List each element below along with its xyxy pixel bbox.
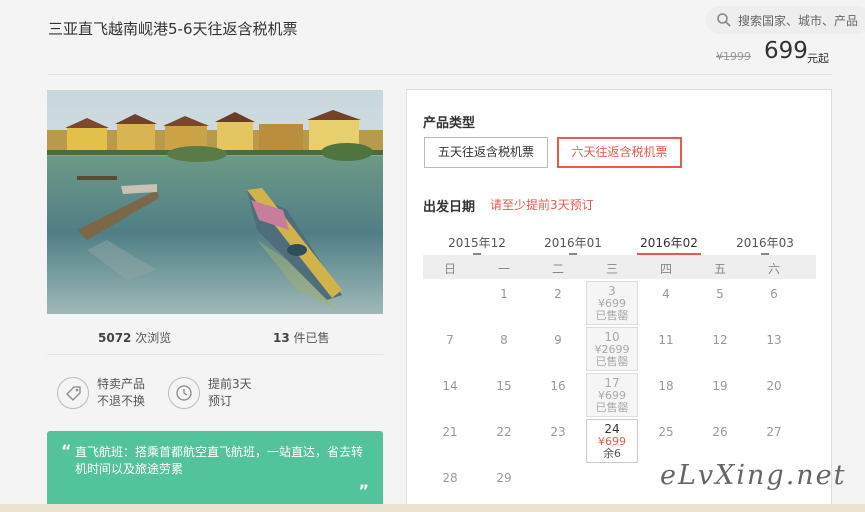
month-tab-2016-03[interactable]: 2016年03 — [725, 234, 805, 255]
current-price: 699 — [764, 38, 808, 64]
feature-line1: 特卖产品 — [97, 377, 146, 391]
product-option-five-day[interactable]: 五天往返含税机票 — [424, 137, 548, 168]
clock-icon — [168, 377, 200, 409]
calendar-day: 7 — [446, 333, 454, 347]
sold-stat: 13 件已售 — [273, 329, 330, 346]
promo-box: “ 直飞航班：搭乘首都航空直飞航班，一站直达，省去转机时间以及旅途劳累 ” — [47, 431, 383, 512]
weekday-sun: 日 — [443, 262, 456, 276]
open-quote-icon: “ — [61, 441, 72, 460]
weekday-header: 日 一 二 三 四 五 六 — [423, 255, 816, 279]
sold-count: 13 — [273, 331, 290, 345]
day-status: 已售罄 — [595, 401, 629, 414]
product-type-label: 产品类型 — [423, 116, 476, 131]
page-title: 三亚直飞越南岘港5-6天往返含税机票 — [48, 20, 298, 38]
calendar-day: 8 — [500, 333, 508, 347]
day-number: 24 — [604, 422, 620, 436]
calendar-day: 26 — [712, 425, 728, 439]
day-number: 3 — [608, 284, 616, 298]
feature-line2: 预订 — [208, 394, 233, 408]
weekday-fri: 五 — [713, 262, 726, 276]
calendar-day: 9 — [554, 333, 562, 347]
calendar-day: 20 — [766, 379, 782, 393]
feature-line2: 不退不换 — [97, 394, 146, 408]
weekday-thu: 四 — [659, 262, 672, 276]
promo-text: 直飞航班：搭乘首都航空直飞航班，一站直达，省去转机时间以及旅途劳累 — [75, 445, 364, 476]
calendar-day: 5 — [716, 287, 724, 301]
weekday-tue: 二 — [551, 262, 564, 276]
departure-date-label: 出发日期 — [423, 200, 476, 215]
product-photo[interactable] — [47, 90, 383, 314]
calendar-day: 18 — [658, 379, 674, 393]
sold-label: 件已售 — [293, 331, 330, 345]
product-stats: 5072 次浏览 13 件已售 — [47, 318, 383, 354]
calendar-day-cell[interactable]: 24 ¥699 余6 — [586, 419, 638, 463]
calendar-day: 21 — [442, 425, 458, 439]
calendar-day: 28 — [442, 471, 458, 485]
bottom-status-strip — [0, 504, 865, 512]
views-count: 5072 — [98, 331, 132, 345]
calendar-day: 1 — [500, 287, 508, 301]
views-label: 次浏览 — [135, 331, 172, 345]
search-icon — [717, 13, 731, 27]
day-status: 已售罄 — [595, 309, 629, 322]
tag-icon — [57, 377, 89, 409]
calendar-day: 27 — [766, 425, 782, 439]
calendar-day: 6 — [770, 287, 778, 301]
month-tab-2015-12[interactable]: 2015年12 — [437, 234, 517, 255]
views-stat: 5072 次浏览 — [98, 329, 171, 346]
calendar-day: 12 — [712, 333, 728, 347]
price-unit: 元起 — [807, 52, 829, 65]
booking-panel: 产品类型 五天往返含税机票 六天往返含税机票 出发日期 请至少提前3天预订 20… — [406, 89, 832, 512]
calendar-day: 13 — [766, 333, 782, 347]
calendar-day: 19 — [712, 379, 728, 393]
calendar-day-cell[interactable]: 17 ¥699 已售罄 — [586, 373, 638, 417]
calendar-day: 15 — [496, 379, 512, 393]
calendar-day-cell[interactable]: 3 ¥699 已售罄 — [586, 281, 638, 325]
calendar-day: 16 — [550, 379, 566, 393]
original-price: ¥1999 — [716, 50, 751, 63]
search-box[interactable]: 搜索国家、城市、产品 — [706, 6, 865, 34]
calendar-day: 4 — [662, 287, 670, 301]
calendar-day: 29 — [496, 471, 512, 485]
weekday-wed: 三 — [605, 262, 618, 276]
month-tab-2016-01[interactable]: 2016年01 — [533, 234, 613, 255]
close-quote-icon: ” — [358, 481, 369, 500]
calendar-day: 22 — [496, 425, 512, 439]
watermark: eLvXing.net — [660, 460, 847, 491]
calendar-day: 11 — [658, 333, 674, 347]
feature-line1: 提前3天 — [208, 377, 252, 391]
month-tab-2016-02[interactable]: 2016年02 — [629, 234, 709, 255]
calendar-day: 25 — [658, 425, 674, 439]
calendar-day: 2 — [554, 287, 562, 301]
header-divider — [48, 74, 832, 75]
calendar-day-cell[interactable]: 10 ¥2699 已售罄 — [586, 327, 638, 371]
booking-hint: 请至少提前3天预订 — [490, 198, 594, 212]
day-number: 17 — [604, 376, 620, 390]
day-number: 10 — [604, 330, 620, 344]
weekday-sat: 六 — [767, 262, 780, 276]
day-status: 已售罄 — [595, 355, 629, 368]
stats-divider — [47, 354, 383, 355]
product-option-six-day[interactable]: 六天往返含税机票 — [557, 137, 682, 168]
weekday-mon: 一 — [497, 262, 510, 276]
search-placeholder: 搜索国家、城市、产品 — [738, 14, 859, 28]
calendar-day: 14 — [442, 379, 458, 393]
calendar-day: 23 — [550, 425, 566, 439]
day-status: 余6 — [603, 447, 621, 460]
